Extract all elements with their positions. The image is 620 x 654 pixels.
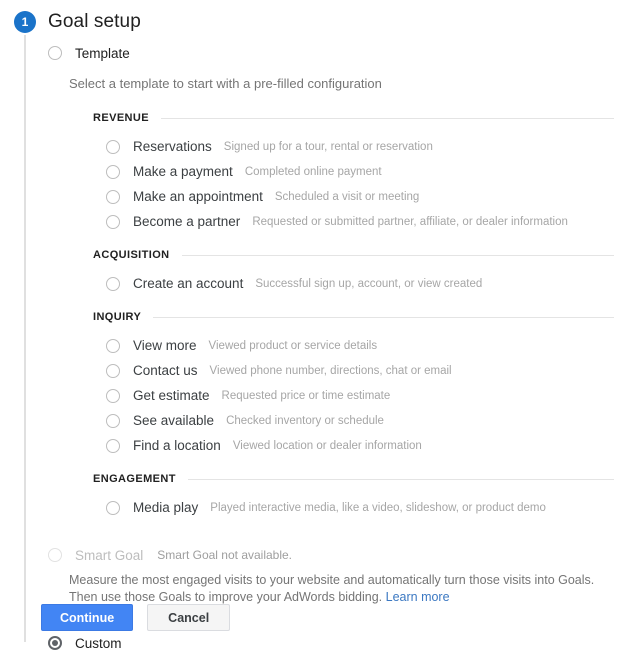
template-group-revenue: REVENUE Reservations Signed up for a tou… bbox=[93, 111, 614, 234]
group-items: View more Viewed product or service deta… bbox=[106, 333, 614, 458]
group-header: INQUIRY bbox=[93, 310, 614, 324]
template-item-radio[interactable] bbox=[106, 189, 120, 204]
group-divider bbox=[153, 316, 614, 318]
template-item-label: Make an appointment bbox=[133, 189, 263, 204]
template-item-label: Media play bbox=[133, 500, 199, 515]
template-item-make-a-payment[interactable]: Make a payment Completed online payment bbox=[106, 159, 614, 184]
footer-actions: Continue Cancel bbox=[41, 604, 231, 631]
custom-option-label: Custom bbox=[75, 635, 122, 651]
template-item-label: Become a partner bbox=[133, 214, 241, 229]
template-item-radio[interactable] bbox=[106, 214, 120, 229]
smart-goal-note: Smart Goal not available. bbox=[157, 548, 293, 562]
template-item-see-available[interactable]: See available Checked inventory or sched… bbox=[106, 408, 614, 433]
smart-goal-label: Smart Goal bbox=[75, 547, 144, 563]
template-group-inquiry: INQUIRY View more Viewed product or serv… bbox=[93, 310, 614, 458]
group-items: Create an account Successful sign up, ac… bbox=[106, 271, 614, 296]
template-item-radio[interactable] bbox=[106, 276, 120, 291]
template-item-description: Requested price or time estimate bbox=[221, 389, 391, 402]
smart-goal-description-text: Measure the most engaged visits to your … bbox=[69, 573, 595, 604]
group-title: INQUIRY bbox=[93, 311, 142, 323]
template-item-description: Viewed product or service details bbox=[208, 339, 378, 352]
template-item-description: Scheduled a visit or meeting bbox=[274, 190, 420, 203]
template-group-engagement: ENGAGEMENT Media play Played interactive… bbox=[93, 472, 614, 520]
template-item-description: Viewed phone number, directions, chat or… bbox=[209, 364, 452, 377]
template-groups: REVENUE Reservations Signed up for a tou… bbox=[93, 111, 614, 520]
group-items: Reservations Signed up for a tour, renta… bbox=[106, 134, 614, 234]
smart-goal-radio bbox=[48, 548, 62, 562]
group-items: Media play Played interactive media, lik… bbox=[106, 495, 614, 520]
goal-setup-content: Template Select a template to start with… bbox=[48, 42, 614, 654]
custom-option-row[interactable]: Custom bbox=[48, 632, 614, 654]
template-option-label: Template bbox=[75, 45, 130, 61]
template-item-label: Make a payment bbox=[133, 164, 233, 179]
template-item-contact-us[interactable]: Contact us Viewed phone number, directio… bbox=[106, 358, 614, 383]
group-title: ACQUISITION bbox=[93, 249, 170, 261]
template-item-find-a-location[interactable]: Find a location Viewed location or deale… bbox=[106, 433, 614, 458]
template-item-radio[interactable] bbox=[106, 164, 120, 179]
template-item-become-a-partner[interactable]: Become a partner Requested or submitted … bbox=[106, 209, 614, 234]
template-item-label: Get estimate bbox=[133, 388, 210, 403]
template-item-label: View more bbox=[133, 338, 197, 353]
template-item-reservations[interactable]: Reservations Signed up for a tour, renta… bbox=[106, 134, 614, 159]
template-item-create-an-account[interactable]: Create an account Successful sign up, ac… bbox=[106, 271, 614, 296]
template-item-description: Viewed location or dealer information bbox=[232, 439, 422, 452]
group-header: REVENUE bbox=[93, 111, 614, 125]
template-item-label: Reservations bbox=[133, 139, 212, 154]
group-divider bbox=[160, 117, 614, 119]
template-item-description: Played interactive media, like a video, … bbox=[210, 501, 546, 514]
template-item-radio[interactable] bbox=[106, 338, 120, 353]
template-item-radio[interactable] bbox=[106, 139, 120, 154]
group-title: ENGAGEMENT bbox=[93, 473, 176, 485]
learn-more-link[interactable]: Learn more bbox=[386, 590, 450, 604]
page-title: Goal setup bbox=[48, 11, 141, 32]
template-item-label: Create an account bbox=[133, 276, 244, 291]
custom-radio[interactable] bbox=[48, 636, 62, 650]
template-item-get-estimate[interactable]: Get estimate Requested price or time est… bbox=[106, 383, 614, 408]
template-item-make-an-appointment[interactable]: Make an appointment Scheduled a visit or… bbox=[106, 184, 614, 209]
group-header: ACQUISITION bbox=[93, 248, 614, 262]
template-group-acquisition: ACQUISITION Create an account Successful… bbox=[93, 248, 614, 296]
template-item-radio[interactable] bbox=[106, 500, 120, 515]
group-divider bbox=[187, 478, 614, 480]
step-number-badge: 1 bbox=[14, 11, 36, 33]
template-item-label: Find a location bbox=[133, 438, 221, 453]
template-item-label: See available bbox=[133, 413, 215, 428]
template-item-description: Signed up for a tour, rental or reservat… bbox=[223, 140, 433, 153]
continue-button[interactable]: Continue bbox=[41, 604, 134, 631]
step-header: 1 Goal setup bbox=[0, 8, 141, 36]
template-item-radio[interactable] bbox=[106, 363, 120, 378]
template-item-description: Checked inventory or schedule bbox=[226, 414, 384, 427]
cancel-button[interactable]: Cancel bbox=[147, 604, 231, 631]
group-title: REVENUE bbox=[93, 112, 149, 124]
custom-block: Custom bbox=[48, 632, 614, 654]
template-item-label: Contact us bbox=[133, 363, 198, 378]
template-item-description: Successful sign up, account, or view cre… bbox=[255, 277, 483, 290]
template-item-radio[interactable] bbox=[106, 413, 120, 428]
template-item-radio[interactable] bbox=[106, 388, 120, 403]
template-item-media-play[interactable]: Media play Played interactive media, lik… bbox=[106, 495, 614, 520]
smart-goal-option-row: Smart Goal Smart Goal not available. bbox=[48, 544, 614, 566]
template-option-row[interactable]: Template bbox=[48, 42, 614, 64]
template-item-description: Completed online payment bbox=[244, 165, 382, 178]
group-divider bbox=[181, 254, 614, 256]
template-item-radio[interactable] bbox=[106, 438, 120, 453]
group-header: ENGAGEMENT bbox=[93, 472, 614, 486]
template-radio[interactable] bbox=[48, 46, 62, 60]
step-rail bbox=[24, 30, 26, 642]
template-item-description: Requested or submitted partner, affiliat… bbox=[252, 215, 568, 228]
template-help-text: Select a template to start with a pre-fi… bbox=[69, 76, 382, 91]
smart-goal-block: Smart Goal Smart Goal not available. Mea… bbox=[48, 544, 614, 606]
smart-goal-description: Measure the most engaged visits to your … bbox=[69, 572, 609, 606]
template-item-view-more[interactable]: View more Viewed product or service deta… bbox=[106, 333, 614, 358]
